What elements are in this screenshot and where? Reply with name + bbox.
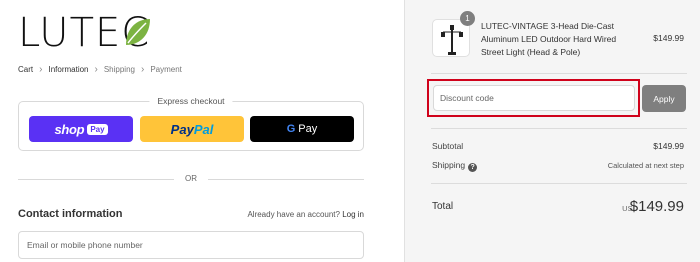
- paypal-label-pal: Pal: [193, 121, 214, 137]
- apply-button[interactable]: Apply: [642, 85, 686, 112]
- shipping-row: Shipping?: [432, 160, 478, 172]
- breadcrumb-shipping: Shipping: [103, 65, 135, 74]
- or-divider: OR: [18, 174, 364, 184]
- login-link[interactable]: Log in: [342, 210, 364, 219]
- divider-line: [208, 179, 364, 180]
- leaf-icon: [126, 19, 150, 45]
- checkout-main: LUTEC Cart › Information › Shipping › Pa…: [0, 0, 404, 262]
- paypal-button[interactable]: PayPal: [140, 116, 244, 142]
- express-checkout-title: Express checkout: [149, 96, 233, 106]
- account-prompt: Already have an account? Log in: [247, 210, 364, 219]
- shipping-value: Calculated at next step: [607, 161, 684, 170]
- order-summary: 1 LUTEC-VINTAGE 3-Head Die-Cast Aluminum…: [404, 0, 700, 262]
- chevron-right-icon: ›: [140, 63, 145, 75]
- email-field[interactable]: [18, 231, 364, 259]
- paypal-label-pay: Pay: [170, 121, 194, 137]
- google-pay-label: G Pay: [287, 123, 318, 135]
- quantity-badge: 1: [460, 11, 475, 26]
- divider-line: [431, 73, 687, 74]
- total-label: Total: [432, 201, 454, 212]
- chevron-right-icon: ›: [39, 63, 43, 75]
- divider-line: [431, 183, 687, 184]
- divider-line: [18, 179, 174, 180]
- subtotal-value: $149.99: [653, 141, 684, 151]
- breadcrumb-information: Information: [48, 65, 89, 74]
- shop-pay-label: shop: [54, 121, 85, 137]
- chevron-right-icon: ›: [94, 63, 98, 75]
- account-prompt-text: Already have an account?: [247, 210, 340, 219]
- product-name: LUTEC-VINTAGE 3-Head Die-Cast Aluminum L…: [481, 21, 617, 57]
- google-pay-button[interactable]: G Pay: [250, 116, 354, 142]
- breadcrumb: Cart › Information › Shipping › Payment: [18, 63, 182, 75]
- subtotal-label: Subtotal: [432, 141, 464, 151]
- brand-logo[interactable]: LUTEC: [18, 13, 150, 53]
- question-icon[interactable]: ?: [468, 163, 478, 172]
- divider-line: [431, 128, 687, 129]
- shipping-label: Shipping: [432, 160, 466, 170]
- google-g-icon: G: [286, 123, 296, 135]
- contact-information-heading: Contact information: [18, 208, 123, 220]
- shop-pay-pill: Pay: [87, 123, 108, 135]
- or-label: OR: [185, 174, 197, 183]
- breadcrumb-payment: Payment: [150, 65, 182, 74]
- shop-pay-button[interactable]: shop Pay: [29, 116, 133, 142]
- breadcrumb-cart[interactable]: Cart: [18, 65, 33, 74]
- discount-code-input[interactable]: [433, 85, 635, 111]
- express-checkout: Express checkout shop Pay PayPal G Pay: [18, 96, 364, 151]
- total-value: $149.99: [629, 198, 684, 215]
- product-price: $149.99: [653, 33, 684, 43]
- paypal-label: PayPal: [171, 122, 214, 137]
- google-pay-text: Pay: [298, 123, 318, 135]
